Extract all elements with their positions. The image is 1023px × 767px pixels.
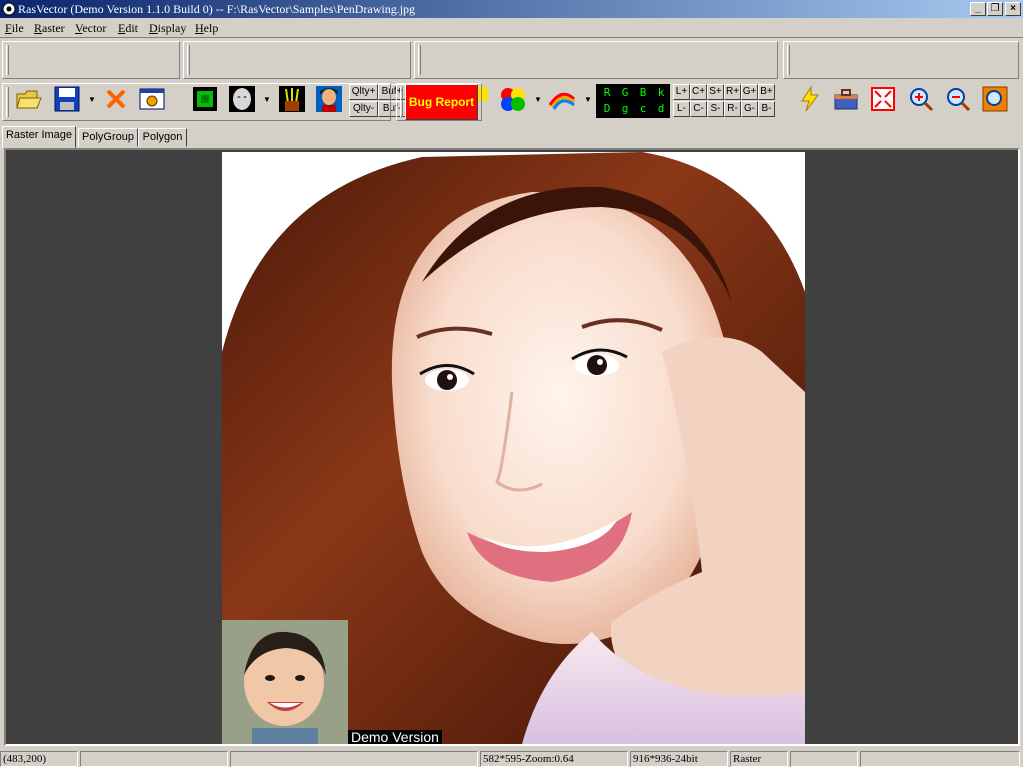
toolbar-grip[interactable] xyxy=(187,45,190,75)
raster-canvas[interactable]: Demo Version xyxy=(222,152,805,744)
status-mode: Raster xyxy=(730,751,788,767)
view-tabs: Raster Image PolyGroup Polygon xyxy=(0,126,1023,148)
demo-version-watermark: Demo Version xyxy=(348,730,442,744)
toolbar-color-group xyxy=(414,41,778,79)
toolbar-grip[interactable] xyxy=(400,87,403,117)
menu-vector[interactable]: Vector xyxy=(75,21,106,36)
tab-polygon[interactable]: Polygon xyxy=(138,128,187,147)
status-bar: (483,200) 582*595-Zoom:0.64 916*936-24bi… xyxy=(0,750,1023,767)
toolbar-view-group xyxy=(783,41,1019,79)
toolbar-playback xyxy=(0,82,1023,195)
tab-polygroup[interactable]: PolyGroup xyxy=(78,128,138,147)
restore-button[interactable]: ❐ xyxy=(987,2,1003,16)
status-zoom: 582*595-Zoom:0.64 xyxy=(480,751,628,767)
close-button[interactable]: × xyxy=(1005,2,1021,16)
toolbar-file-group xyxy=(2,41,180,79)
inset-child-photo xyxy=(222,620,348,744)
image-viewport[interactable]: Demo Version xyxy=(4,148,1020,746)
menu-edit[interactable]: Edit xyxy=(118,21,138,36)
child-portrait-image xyxy=(222,620,348,744)
toolbar-main: ▼ ▼ Qlty+ Buf+ Qlty- Buf- ▼ ▼ R G B k D … xyxy=(0,40,1023,118)
menu-bar: File Raster Vector Edit Display Help xyxy=(0,18,1023,38)
menu-display[interactable]: Display xyxy=(149,21,186,36)
title-bar: RasVector (Demo Version 1.1.0 Build 0) -… xyxy=(0,0,1023,18)
minimize-button[interactable]: _ xyxy=(970,2,986,16)
menu-help[interactable]: Help xyxy=(195,21,218,36)
status-image-info: 916*936-24bit xyxy=(630,751,728,767)
toolbar-grip[interactable] xyxy=(6,45,9,75)
status-cell-empty xyxy=(790,751,858,767)
menu-raster[interactable]: Raster xyxy=(34,21,65,36)
bug-report-button[interactable]: Bug Report xyxy=(405,84,478,120)
toolbar-grip[interactable] xyxy=(787,45,790,75)
window-title: RasVector (Demo Version 1.1.0 Build 0) -… xyxy=(18,2,416,16)
menu-file[interactable]: File xyxy=(5,21,24,36)
toolbar-raster-group xyxy=(183,41,411,79)
toolbar-grip[interactable] xyxy=(6,87,9,117)
toolbar-playback-group xyxy=(2,83,391,121)
status-cell-empty xyxy=(860,751,1020,767)
status-cell-empty xyxy=(80,751,228,767)
tab-raster-image[interactable]: Raster Image xyxy=(2,126,76,148)
status-coordinates: (483,200) xyxy=(0,751,78,767)
status-cell-empty xyxy=(230,751,478,767)
app-icon[interactable] xyxy=(2,2,16,16)
toolbar-grip[interactable] xyxy=(418,45,421,75)
